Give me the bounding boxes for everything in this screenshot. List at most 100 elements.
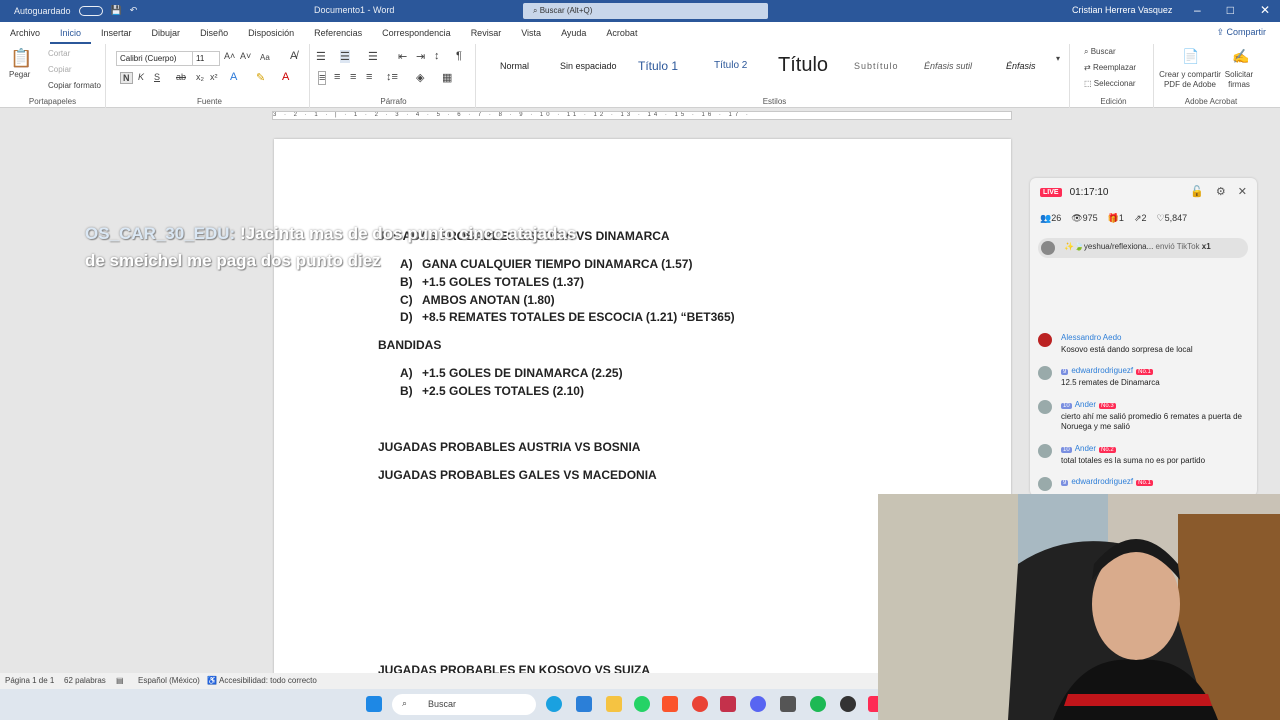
align-center-icon[interactable]: ≡ [334, 71, 340, 83]
bold-button[interactable]: N [120, 72, 133, 84]
windows-start-icon[interactable] [366, 696, 382, 712]
font-size-select[interactable]: 11 [192, 51, 220, 66]
share-button[interactable]: ⇪ Compartir [1216, 27, 1266, 38]
whatsapp-icon[interactable] [634, 696, 650, 712]
style-subtitle[interactable]: Subtítulo [854, 61, 899, 71]
tab-revisar[interactable]: Revisar [461, 22, 512, 44]
tab-referencias[interactable]: Referencias [304, 22, 372, 44]
tab-diseno[interactable]: Diseño [190, 22, 238, 44]
text-effects-icon[interactable]: A [230, 71, 237, 83]
taskbar-search[interactable]: ⌕ Buscar [392, 694, 536, 715]
paste-button[interactable]: Pegar [9, 70, 30, 79]
tab-insertar[interactable]: Insertar [91, 22, 142, 44]
ruler[interactable]: 3 · 2 · 1 · | · 1 · 2 · 3 · 4 · 5 · 6 · … [0, 108, 1280, 122]
change-case-button[interactable]: Aa [260, 53, 270, 62]
autosave-group[interactable]: Autoguardado 💾 ↶ [14, 5, 137, 16]
obs-icon[interactable] [840, 696, 856, 712]
close-panel-icon[interactable]: ✕ [1238, 185, 1247, 198]
bullets-icon[interactable]: ☰ [316, 50, 326, 63]
undo-icon[interactable]: ↶ [130, 5, 138, 16]
language-status[interactable]: Español (México) [138, 676, 200, 685]
proofing-icon[interactable]: ▤ [116, 676, 124, 685]
line-spacing-icon[interactable]: ↕≡ [386, 71, 398, 83]
decrease-indent-icon[interactable]: ⇤ [398, 50, 407, 63]
style-heading1[interactable]: Título 1 [638, 59, 678, 73]
show-marks-icon[interactable]: ¶ [456, 50, 462, 62]
comment-user-line[interactable]: 10 Ander No.2 [1061, 444, 1116, 453]
sign-icon[interactable]: ✍ [1232, 48, 1249, 65]
calculator-icon[interactable] [780, 696, 796, 712]
tab-correspondencia[interactable]: Correspondencia [372, 22, 461, 44]
styles-more-icon[interactable]: ▾ [1056, 54, 1060, 63]
numbering-icon[interactable]: ☰ [340, 50, 350, 63]
close-icon[interactable]: ✕ [1260, 3, 1270, 17]
page-count[interactable]: Página 1 de 1 [5, 676, 54, 685]
sort-icon[interactable]: ↕ [434, 50, 440, 62]
brave-icon[interactable] [662, 696, 678, 712]
cut-button[interactable]: Cortar [48, 49, 70, 58]
tab-disposicion[interactable]: Disposición [238, 22, 304, 44]
italic-button[interactable]: K [138, 72, 144, 82]
tab-inicio[interactable]: Inicio [50, 22, 92, 44]
paste-icon[interactable]: 📋 [10, 48, 32, 69]
mail-icon[interactable] [576, 696, 592, 712]
align-left-icon[interactable]: ≡ [318, 71, 327, 85]
tab-acrobat[interactable]: Acrobat [596, 22, 647, 44]
select-button[interactable]: ⬚ Seleccionar [1084, 79, 1136, 88]
highlight-icon[interactable]: ✎ [256, 71, 265, 84]
edge-icon[interactable] [546, 696, 562, 712]
tab-archivo[interactable]: Archivo [0, 22, 50, 44]
align-right-icon[interactable]: ≡ [350, 71, 356, 83]
tab-ayuda[interactable]: Ayuda [551, 22, 596, 44]
style-title[interactable]: Título [778, 54, 828, 77]
spotify-icon[interactable] [810, 696, 826, 712]
create-pdf-button[interactable]: Crear y compartir PDF de Adobe [1158, 70, 1222, 90]
comment-user-line[interactable]: 9 edwardrodriguezf No.1 [1061, 366, 1153, 375]
format-painter-button[interactable]: Copiar formato [48, 81, 101, 90]
settings-icon[interactable]: ⚙ [1216, 185, 1226, 198]
style-normal[interactable]: Normal [500, 61, 529, 71]
typora-icon[interactable] [720, 696, 736, 712]
shading-icon[interactable]: ◈ [416, 71, 424, 84]
font-name-select[interactable]: Calibri (Cuerpo) [116, 51, 194, 66]
justify-icon[interactable]: ≡ [366, 71, 372, 83]
style-no-spacing[interactable]: Sin espaciado [560, 61, 617, 71]
strikethrough-icon[interactable]: ab [176, 72, 186, 82]
style-subtle-emphasis[interactable]: Énfasis sutil [924, 61, 972, 71]
word-count[interactable]: 62 palabras [64, 676, 106, 685]
accessibility-status[interactable]: Accesibilidad: todo correcto [219, 676, 317, 685]
tab-dibujar[interactable]: Dibujar [142, 22, 191, 44]
superscript-icon[interactable]: x² [210, 72, 218, 82]
minimize-icon[interactable]: – [1194, 3, 1201, 17]
underline-button[interactable]: S [154, 72, 160, 82]
clear-format-icon[interactable]: A̸ [290, 50, 297, 62]
comment-user[interactable]: Alessandro Aedo [1061, 333, 1122, 342]
font-group: Calibri (Cuerpo) 11 A˄ A˅ Aa A̸ N K S ab… [110, 44, 310, 108]
discord-icon[interactable] [750, 696, 766, 712]
lock-icon[interactable]: 🔓 [1190, 185, 1204, 198]
tab-vista[interactable]: Vista [511, 22, 551, 44]
pdf-icon[interactable]: 📄 [1182, 48, 1199, 65]
autosave-toggle[interactable] [78, 5, 103, 16]
font-color-icon[interactable]: A [282, 71, 289, 83]
title-search-box[interactable]: ⌕ Buscar (Alt+Q) [523, 3, 768, 19]
grow-font-icon[interactable]: A˄ [224, 51, 235, 61]
save-icon[interactable]: 💾 [111, 5, 122, 16]
shrink-font-icon[interactable]: A˅ [240, 51, 251, 61]
comment-user-line[interactable]: 10 Ander No.3 [1061, 400, 1116, 409]
borders-icon[interactable]: ▦ [442, 71, 452, 84]
style-emphasis[interactable]: Énfasis [1006, 61, 1036, 71]
request-signatures-button[interactable]: Solicitar firmas [1222, 70, 1256, 90]
user-name[interactable]: Cristian Herrera Vasquez [1072, 5, 1172, 15]
increase-indent-icon[interactable]: ⇥ [416, 50, 425, 63]
subscript-icon[interactable]: x₂ [196, 72, 204, 82]
chrome-icon[interactable] [692, 696, 708, 712]
style-heading2[interactable]: Título 2 [714, 60, 747, 71]
replace-button[interactable]: ⇄ Reemplazar [1084, 63, 1136, 72]
multilevel-list-icon[interactable]: ☰ [368, 50, 378, 63]
copy-button[interactable]: Copiar [48, 65, 72, 74]
file-explorer-icon[interactable] [606, 696, 622, 712]
comment-user-line[interactable]: 9 edwardrodriguezf No.1 [1061, 477, 1153, 486]
find-button[interactable]: ⌕ Buscar [1084, 47, 1116, 57]
maximize-icon[interactable]: □ [1227, 3, 1234, 17]
